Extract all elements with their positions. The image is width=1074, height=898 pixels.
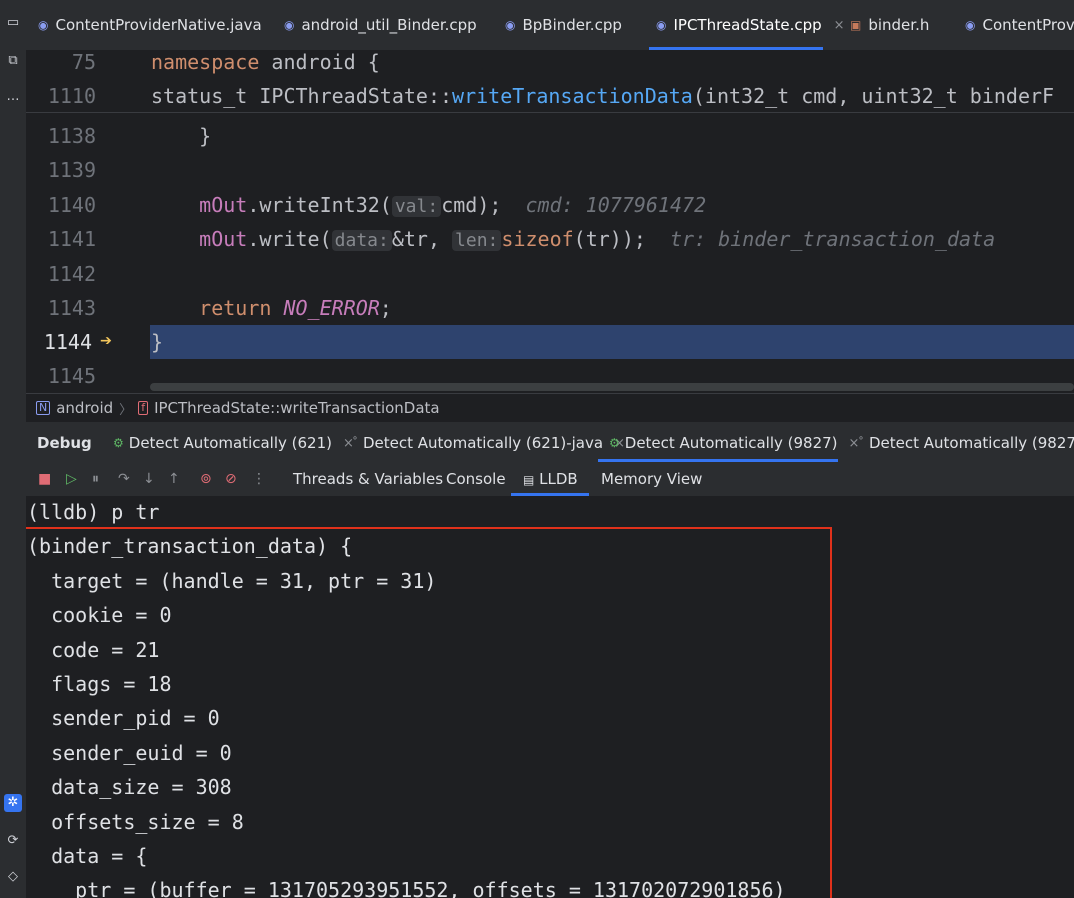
gem-icon[interactable]: ◇ bbox=[4, 868, 22, 886]
horizontal-scrollbar[interactable] bbox=[150, 383, 1074, 391]
step-over-icon[interactable]: ↷ bbox=[118, 471, 130, 487]
highlight-annotation-box bbox=[26, 527, 832, 898]
header-icon: ▣ bbox=[850, 18, 862, 32]
structure-icon[interactable]: ⧉ bbox=[4, 52, 22, 70]
namespace-icon: N bbox=[36, 401, 51, 415]
line-number: 1144 bbox=[43, 330, 92, 354]
line-number: 1142 bbox=[47, 262, 96, 286]
java-session-icon: ˚ bbox=[858, 436, 864, 450]
namespace-keyword: namespace bbox=[151, 50, 260, 74]
session-tab[interactable]: ˚ Detect Automatically (9827)-java bbox=[858, 434, 1074, 452]
execution-arrow-icon: ➔ bbox=[100, 328, 113, 352]
line-number: 1138 bbox=[47, 124, 96, 148]
mute-breakpoints-icon[interactable]: ⊘ bbox=[225, 471, 237, 487]
close-icon[interactable]: × bbox=[834, 18, 845, 33]
java-session-icon: ˚ bbox=[352, 436, 358, 450]
tab-android-util-binder[interactable]: ◉ android_util_Binder.cpp bbox=[284, 13, 477, 37]
line-number: 1145 bbox=[47, 364, 96, 388]
pause-icon[interactable]: ⏸ bbox=[92, 471, 99, 487]
lldb-console[interactable]: (lldb) p tr (binder_transaction_data) { … bbox=[26, 496, 1074, 898]
tab-binder-h[interactable]: ▣ binder.h bbox=[850, 13, 929, 37]
tab-bpbinder[interactable]: ◉ BpBinder.cpp bbox=[505, 13, 622, 37]
code-line: namespace android { bbox=[151, 50, 380, 74]
line-number: 1110 bbox=[47, 84, 96, 108]
tab-content-provider[interactable]: ◉ ContentProvi bbox=[965, 13, 1074, 37]
tab-content-provider-native[interactable]: ◉ ContentProviderNative.java bbox=[38, 13, 262, 37]
breadcrumb-function[interactable]: IPCThreadState::writeTransactionData bbox=[154, 399, 440, 417]
line-number: 1139 bbox=[47, 158, 96, 182]
code-line: } bbox=[151, 124, 212, 148]
inline-debug-value: cmd: 1077961472 bbox=[525, 193, 707, 217]
step-out-icon[interactable]: ↑ bbox=[168, 471, 180, 487]
param-hint: len: bbox=[452, 230, 502, 251]
code-line: mOut.write(data: &tr, len: sizeof(tr)); tr… bbox=[199, 227, 996, 251]
more-icon[interactable]: … bbox=[4, 88, 22, 106]
function-icon: f bbox=[138, 401, 149, 415]
debug-icon[interactable]: ✲ bbox=[4, 794, 22, 812]
code-editor[interactable]: 75 namespace android { 1110 status_t IPC… bbox=[26, 50, 1074, 393]
debug-toolbar: ■ ▷ ⏸ ↷ ↓ ↑ ⊚ ⊘ ⋮ Threads & Variables Co… bbox=[26, 463, 1074, 497]
debug-session-bar: Debug ⚙ Detect Automatically (621) × ˚ D… bbox=[26, 421, 1074, 464]
session-tab[interactable]: ⚙ Detect Automatically (621) × bbox=[113, 434, 354, 452]
cpp-icon: ◉ bbox=[284, 18, 295, 32]
active-session-indicator bbox=[598, 459, 838, 462]
line-number: 75 bbox=[71, 50, 96, 74]
param-hint: val: bbox=[391, 196, 442, 217]
current-execution-line bbox=[150, 325, 1074, 359]
tab-ipcthreadstate[interactable]: ◉ IPCThreadState.cpp × bbox=[656, 13, 845, 37]
tab-threads-variables[interactable]: Threads & Variables bbox=[293, 470, 443, 488]
line-number: 1143 bbox=[47, 296, 96, 320]
session-tab-active[interactable]: ⚙ Detect Automatically (9827) × bbox=[609, 434, 859, 452]
param-hint: data: bbox=[331, 230, 392, 251]
stop-icon[interactable]: ■ bbox=[38, 471, 51, 487]
code-line: status_t IPCThreadState::writeTransactio… bbox=[151, 84, 1055, 108]
tab-lldb[interactable]: ▤ LLDB bbox=[523, 470, 578, 488]
code-line: mOut.writeInt32(val: cmd); cmd: 107796147… bbox=[199, 193, 707, 217]
activity-bar: ▭ ⧉ … ✲ ⟳ ◇ bbox=[0, 0, 27, 898]
class-icon: ◉ bbox=[38, 18, 49, 32]
resume-icon[interactable]: ▷ bbox=[66, 471, 77, 487]
sync-icon[interactable]: ⟳ bbox=[4, 832, 22, 850]
class-icon: ◉ bbox=[965, 18, 976, 32]
inline-debug-value: tr: binder_transaction_data bbox=[670, 227, 996, 251]
terminal-icon: ▤ bbox=[523, 473, 535, 487]
line-number: 1141 bbox=[47, 227, 96, 251]
folder-icon[interactable]: ▭ bbox=[4, 14, 22, 32]
code-line: } bbox=[151, 330, 164, 354]
session-tab[interactable]: ˚ Detect Automatically (621)-java × bbox=[352, 434, 625, 452]
step-into-icon[interactable]: ↓ bbox=[143, 471, 155, 487]
debug-session-icon: ⚙ bbox=[609, 436, 620, 450]
breadcrumb: N android 〉 f IPCThreadState::writeTrans… bbox=[26, 393, 1074, 422]
cpp-icon: ◉ bbox=[505, 18, 516, 32]
view-breakpoints-icon[interactable]: ⊚ bbox=[200, 471, 212, 487]
more-options-icon[interactable]: ⋮ bbox=[252, 471, 266, 487]
line-number: 1140 bbox=[47, 193, 96, 217]
tab-console[interactable]: Console bbox=[446, 470, 506, 488]
debug-title: Debug bbox=[37, 434, 92, 452]
editor-tabs: ◉ ContentProviderNative.java ◉ android_u… bbox=[26, 0, 1074, 51]
sticky-scope-header: 75 namespace android { 1110 status_t IPC… bbox=[26, 50, 1074, 113]
debug-session-icon: ⚙ bbox=[113, 436, 124, 450]
tab-memory-view[interactable]: Memory View bbox=[601, 470, 702, 488]
breadcrumb-namespace[interactable]: android bbox=[56, 399, 113, 417]
console-command: (lldb) p tr bbox=[27, 500, 160, 524]
code-line: return NO_ERROR; bbox=[199, 296, 392, 320]
breadcrumb-separator: 〉 bbox=[119, 402, 133, 418]
cpp-icon: ◉ bbox=[656, 18, 667, 32]
